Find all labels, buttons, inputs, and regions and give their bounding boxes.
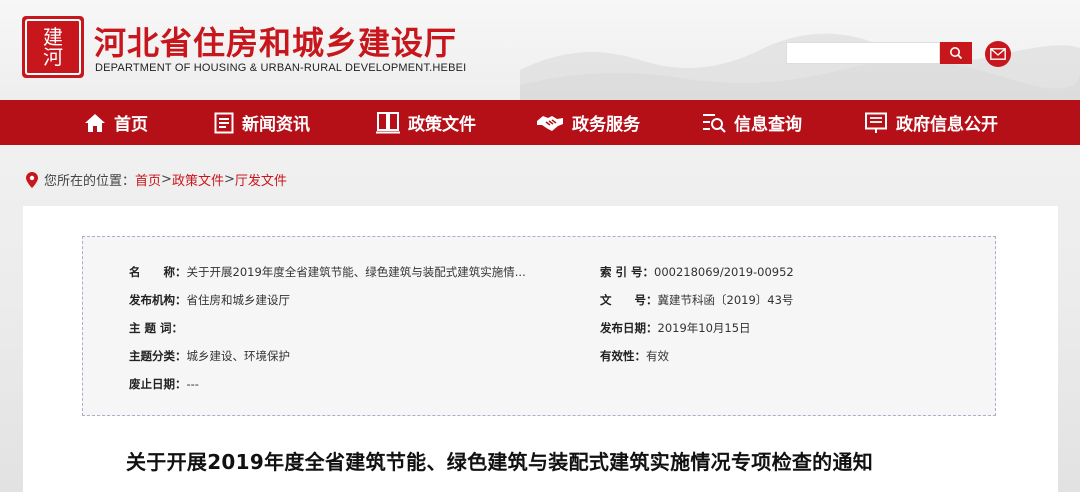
- nav-label-news: 新闻资讯: [242, 115, 310, 135]
- meta-validity-value: 有效: [646, 349, 669, 363]
- mail-button[interactable]: [985, 41, 1011, 67]
- meta-validity: 有效性：有效: [600, 348, 669, 364]
- meta-repeal-value: ---: [186, 377, 199, 391]
- meta-keywords-label: 主 题 词：: [129, 321, 184, 335]
- meta-category: 主题分类：城乡建设、环境保护: [129, 348, 290, 364]
- site-subtitle: DEPARTMENT OF HOUSING & URBAN-RURAL DEVE…: [95, 62, 467, 74]
- nav-item-home[interactable]: 首页: [84, 100, 148, 145]
- search-icon: [950, 47, 963, 60]
- meta-category-value: 城乡建设、环境保护: [186, 349, 291, 363]
- breadcrumb-separator: >: [161, 172, 172, 187]
- meta-publisher-label: 发布机构：: [129, 293, 187, 307]
- nav-item-query[interactable]: 信息查询: [702, 100, 802, 145]
- document-title: 关于开展2019年度全省建筑节能、绿色建筑与装配式建筑实施情况专项检查的通知: [126, 450, 874, 474]
- meta-index-value: 000218069/2019-00952: [654, 265, 794, 279]
- site-header: 建河 河北省住房和城乡建设厅 DEPARTMENT OF HOUSING & U…: [0, 0, 1080, 100]
- logo-seal[interactable]: 建河: [22, 16, 84, 78]
- nav-label-services: 政务服务: [572, 115, 640, 135]
- meta-publisher-value: 省住房和城乡建设厅: [186, 293, 291, 307]
- nav-item-open-info[interactable]: 政府信息公开: [864, 100, 998, 145]
- nav-label-query: 信息查询: [734, 115, 802, 135]
- breadcrumb-link-dept-docs[interactable]: 厅发文件: [235, 170, 287, 189]
- nav-label-policy: 政策文件: [408, 115, 476, 135]
- breadcrumb-separator: >: [223, 172, 235, 187]
- nav-item-news[interactable]: 新闻资讯: [214, 100, 310, 145]
- news-icon: [214, 112, 234, 133]
- handshake-icon: [537, 115, 563, 131]
- nav-item-services[interactable]: 政务服务: [536, 100, 640, 145]
- breadcrumb-prefix: 您所在的位置：: [44, 174, 136, 189]
- meta-date: 发布日期：2019年10月15日: [600, 320, 751, 336]
- main-nav: 首页 新闻资讯 政策文件 政务服务 信息查询 政府信息公开: [0, 100, 1080, 145]
- logo-seal-inner: 建河: [25, 19, 81, 75]
- meta-keywords: 主 题 词：: [129, 320, 183, 336]
- mail-icon: [990, 48, 1006, 60]
- meta-name-value: 关于开展2019年度全省建筑节能、绿色建筑与装配式建筑实施情...: [186, 265, 526, 279]
- meta-docno: 文 号：冀建节科函〔2019〕43号: [600, 292, 793, 308]
- breadcrumb-link-policy[interactable]: 政策文件: [172, 170, 224, 189]
- meta-index: 索 引 号：000218069/2019-00952: [600, 264, 794, 280]
- site-title[interactable]: 河北省住房和城乡建设厅: [94, 18, 457, 64]
- meta-repeal-label: 废止日期：: [129, 377, 187, 391]
- search-input[interactable]: [786, 42, 940, 64]
- meta-publisher: 发布机构：省住房和城乡建设厅: [129, 292, 290, 308]
- meta-repeal: 废止日期：---: [129, 376, 199, 392]
- meta-docno-value: 冀建节科函〔2019〕43号: [657, 293, 794, 307]
- notice-board-icon: [865, 112, 887, 133]
- search-button[interactable]: [940, 42, 972, 64]
- breadcrumb-link-home[interactable]: 首页: [135, 170, 161, 189]
- search-list-icon: [703, 113, 726, 133]
- breadcrumb: 您所在的位置： 首页 > 政策文件 > 厅发文件: [26, 170, 287, 189]
- meta-index-label: 索 引 号：: [600, 265, 655, 279]
- meta-date-label: 发布日期：: [600, 321, 658, 335]
- nav-label-home: 首页: [114, 115, 148, 135]
- meta-docno-label: 文 号：: [600, 293, 658, 307]
- meta-validity-label: 有效性：: [600, 349, 646, 363]
- location-pin-icon: [26, 171, 38, 188]
- meta-name-label: 名 称：: [129, 265, 187, 279]
- nav-label-open-info: 政府信息公开: [896, 115, 998, 135]
- nav-item-policy[interactable]: 政策文件: [376, 100, 476, 145]
- meta-category-label: 主题分类：: [129, 349, 187, 363]
- meta-date-value: 2019年10月15日: [657, 321, 751, 335]
- document-metadata-box: 名 称：关于开展2019年度全省建筑节能、绿色建筑与装配式建筑实施情... 索 …: [82, 236, 996, 416]
- home-icon: [85, 113, 105, 132]
- book-icon: [376, 111, 400, 133]
- meta-name: 名 称：关于开展2019年度全省建筑节能、绿色建筑与装配式建筑实施情...: [129, 264, 526, 280]
